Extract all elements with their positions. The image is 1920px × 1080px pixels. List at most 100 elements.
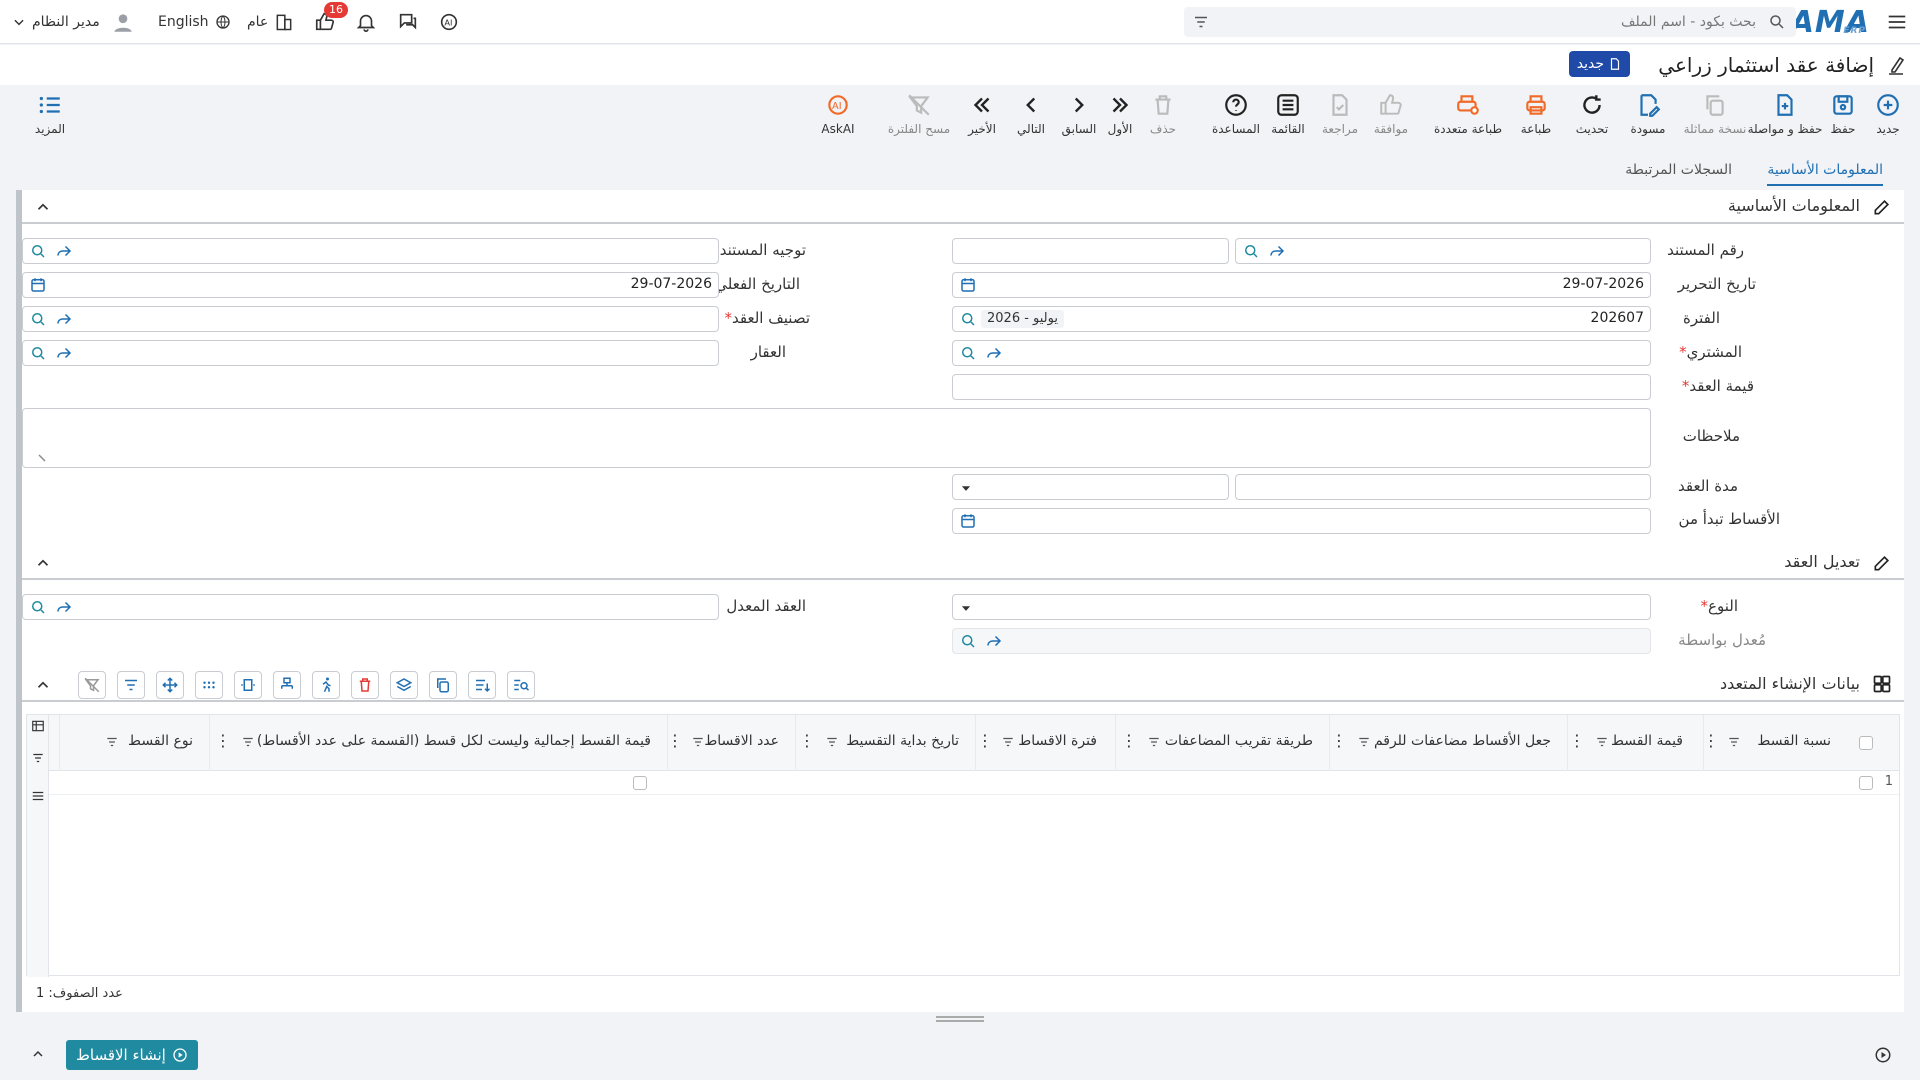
column-header[interactable]: تاريخ بداية التقسيط ⋮ xyxy=(795,715,975,771)
filter-lines-icon[interactable] xyxy=(1001,735,1015,749)
share-arrow-icon[interactable] xyxy=(55,310,73,328)
amended-contract-input[interactable] xyxy=(22,594,719,620)
grid-dots-button[interactable] xyxy=(195,671,223,699)
column-menu-icon[interactable]: ⋮ xyxy=(1331,731,1347,750)
askai-button[interactable]: AI AskAI xyxy=(803,92,873,136)
grid-clear-filter-button[interactable] xyxy=(78,671,106,699)
grid-layers-button[interactable] xyxy=(390,671,418,699)
duration-value-input[interactable] xyxy=(1235,474,1651,500)
share-arrow-icon[interactable] xyxy=(985,344,1003,362)
copy-button[interactable]: نسخة مماثلة xyxy=(1680,92,1750,136)
multi-print-button[interactable]: طباعة متعددة xyxy=(1433,92,1503,136)
share-arrow-icon[interactable] xyxy=(55,242,73,260)
column-header[interactable]: فترة الاقساط ⋮ xyxy=(975,715,1115,771)
tab-basic-info[interactable]: المعلومات الأساسية xyxy=(1767,162,1883,186)
lookup-search-icon[interactable] xyxy=(959,344,977,362)
lookup-search-icon[interactable] xyxy=(29,598,47,616)
filter-lines-icon[interactable] xyxy=(1357,735,1371,749)
share-arrow-icon[interactable] xyxy=(1268,242,1286,260)
property-input[interactable] xyxy=(22,340,719,366)
lookup-search-icon[interactable] xyxy=(959,310,977,328)
installments-start-input[interactable] xyxy=(952,508,1651,534)
grid-fit-columns-button[interactable] xyxy=(234,671,262,699)
share-arrow-icon[interactable] xyxy=(55,344,73,362)
grid-move-button[interactable] xyxy=(156,671,184,699)
period-input[interactable]: 202607 2026 - يوليو xyxy=(952,306,1651,332)
total-value-checkbox[interactable] xyxy=(633,776,647,790)
column-menu-icon[interactable]: ⋮ xyxy=(1121,731,1137,750)
ai-assistant-icon[interactable]: AI xyxy=(438,0,460,44)
share-arrow-icon[interactable] xyxy=(985,632,1003,650)
save-continue-button[interactable]: حفظ و مواصلة xyxy=(1748,92,1822,136)
notes-textarea[interactable] xyxy=(22,408,1651,468)
column-menu-icon[interactable]: ⋮ xyxy=(215,731,231,750)
filter-lines-icon[interactable] xyxy=(691,735,705,749)
section-amend-header[interactable]: تعديل العقد xyxy=(22,546,1904,580)
grid-tree-button[interactable] xyxy=(273,671,301,699)
language-switch[interactable]: English xyxy=(158,0,231,44)
edit-date-input[interactable]: 29-07-2026 xyxy=(952,272,1651,298)
calendar-icon[interactable] xyxy=(959,512,977,530)
grid-sort-button[interactable] xyxy=(468,671,496,699)
generate-installments-button[interactable]: إنشاء الاقساط xyxy=(66,1040,198,1070)
column-header[interactable]: طريقة تقريب المضاعفات ⋮ xyxy=(1115,715,1329,771)
filter-lines-icon[interactable] xyxy=(241,735,255,749)
user-menu[interactable]: مدير النظام xyxy=(12,0,136,44)
column-header[interactable]: نسبة القسط ⋮ xyxy=(1703,715,1843,771)
buyer-input[interactable] xyxy=(952,340,1651,366)
menu-lines-icon[interactable] xyxy=(31,789,45,803)
lookup-search-icon[interactable] xyxy=(29,242,47,260)
column-menu-icon[interactable]: ⋮ xyxy=(667,731,683,750)
table-row[interactable]: 1 xyxy=(49,771,1899,795)
doc-direction-input[interactable] xyxy=(22,238,719,264)
column-menu-icon[interactable]: ⋮ xyxy=(1569,731,1585,750)
actual-date-input[interactable]: 29-07-2026 xyxy=(22,272,719,298)
clear-filter-button[interactable]: مسح الفلترة xyxy=(884,92,954,136)
notifications-bell-icon[interactable] xyxy=(355,0,377,44)
grid-search-button[interactable] xyxy=(507,671,535,699)
filter-lines-icon[interactable] xyxy=(31,751,45,765)
contract-value-input[interactable] xyxy=(952,374,1651,400)
grid-delete-button[interactable] xyxy=(351,671,379,699)
type-select[interactable] xyxy=(952,594,1651,620)
lookup-search-icon[interactable] xyxy=(29,310,47,328)
help-button[interactable]: المساعدة xyxy=(1201,92,1271,136)
chat-icon[interactable] xyxy=(397,0,419,44)
filter-lines-icon[interactable] xyxy=(825,735,839,749)
print-button[interactable]: طباعة xyxy=(1501,92,1571,136)
lookup-search-icon[interactable] xyxy=(1242,242,1260,260)
column-header[interactable]: عدد الاقساط ⋮ xyxy=(667,715,795,771)
filter-icon[interactable] xyxy=(1192,13,1210,31)
tab-related-records[interactable]: السجلات المرتبطة xyxy=(1625,162,1732,184)
grid-copy-button[interactable] xyxy=(429,671,457,699)
filter-lines-icon[interactable] xyxy=(1595,735,1609,749)
filter-lines-icon[interactable] xyxy=(1147,735,1161,749)
approvals-button[interactable]: 16 xyxy=(314,0,348,44)
contract-class-input[interactable] xyxy=(22,306,719,332)
row-checkbox[interactable] xyxy=(1859,776,1873,790)
lookup-search-icon[interactable] xyxy=(959,632,977,650)
hamburger-menu-icon[interactable] xyxy=(1886,0,1908,44)
filter-lines-icon[interactable] xyxy=(105,735,119,749)
play-circle-icon[interactable] xyxy=(1874,1046,1892,1064)
column-menu-icon[interactable]: ⋮ xyxy=(977,731,993,750)
duration-unit-select[interactable] xyxy=(952,474,1229,500)
column-menu-icon[interactable]: ⋮ xyxy=(1703,731,1719,750)
column-header[interactable]: نوع القسط xyxy=(59,715,209,771)
grid-filter-button[interactable] xyxy=(117,671,145,699)
search-box[interactable]: بحث بكود - اسم الملف xyxy=(1184,7,1796,37)
resize-handle-icon[interactable] xyxy=(37,453,47,463)
scope-selector[interactable]: عام xyxy=(247,0,294,44)
share-arrow-icon[interactable] xyxy=(55,598,73,616)
more-button[interactable]: المزيد xyxy=(15,92,85,136)
section-basic-header[interactable]: المعلومات الأساسية xyxy=(22,190,1904,224)
doc-number-input[interactable] xyxy=(1235,238,1651,264)
column-header[interactable]: جعل الأقساط مضاعفات للرقم ⋮ xyxy=(1329,715,1567,771)
last-button[interactable]: الأخير xyxy=(947,92,1017,136)
lookup-search-icon[interactable] xyxy=(29,344,47,362)
column-menu-icon[interactable]: ⋮ xyxy=(799,731,815,750)
chevron-up-icon[interactable] xyxy=(34,676,52,694)
column-header[interactable]: قيمة القسط إجمالية وليست لكل قسط (القسمة… xyxy=(209,715,667,771)
chevron-up-icon[interactable] xyxy=(34,198,52,216)
resize-splitter[interactable] xyxy=(936,1016,984,1022)
